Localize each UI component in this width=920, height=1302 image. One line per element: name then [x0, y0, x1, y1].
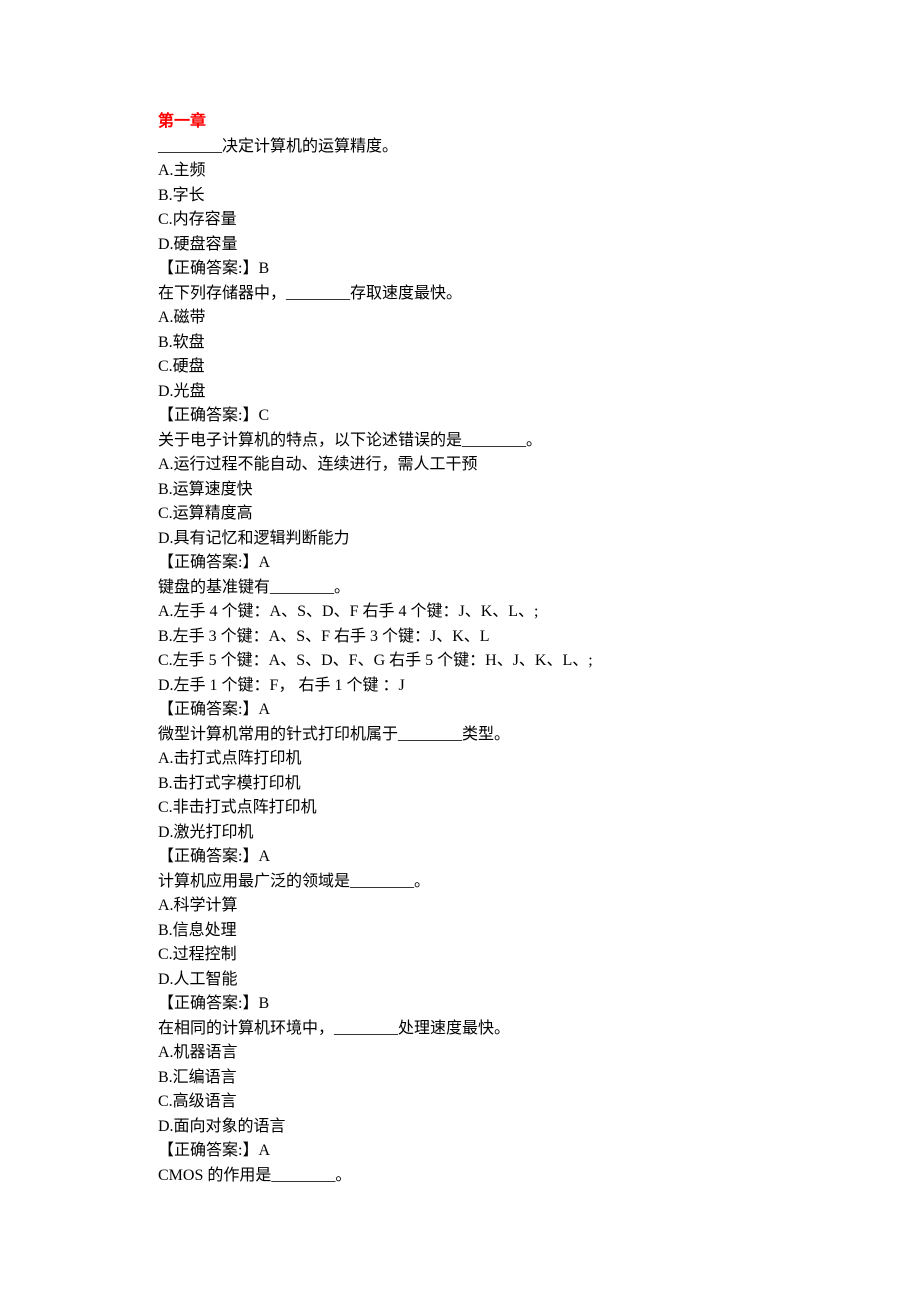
answer-label: 【正确答案:】: [158, 701, 258, 718]
question-stem: 微型计算机常用的针式打印机属于________类型。: [158, 723, 762, 748]
question-stem: 在下列存储器中，________存取速度最快。: [158, 282, 762, 307]
question-option: A.运行过程不能自动、连续进行，需人工干预: [158, 453, 762, 478]
question-option: C.运算精度高: [158, 502, 762, 527]
answer-value: A: [258, 848, 270, 865]
answer-label: 【正确答案:】: [158, 995, 258, 1012]
question-answer: 【正确答案:】A: [158, 845, 762, 870]
answer-label: 【正确答案:】: [158, 848, 258, 865]
answer-value: A: [258, 554, 270, 571]
question-option: C.非击打式点阵打印机: [158, 796, 762, 821]
question-option: C.左手 5 个键：A、S、D、F、G 右手 5 个键：H、J、K、L、;: [158, 649, 762, 674]
question-option: B.字长: [158, 184, 762, 209]
answer-value: A: [258, 701, 270, 718]
answer-value: C: [258, 407, 269, 424]
question-option: D.硬盘容量: [158, 233, 762, 258]
question-option: B.信息处理: [158, 919, 762, 944]
question-stem: 键盘的基准键有________。: [158, 576, 762, 601]
question-option: B.汇编语言: [158, 1066, 762, 1091]
question-option: D.人工智能: [158, 968, 762, 993]
question-option: D.激光打印机: [158, 821, 762, 846]
question-option: D.面向对象的语言: [158, 1115, 762, 1140]
question-answer: 【正确答案:】A: [158, 551, 762, 576]
question-answer: 【正确答案:】A: [158, 698, 762, 723]
question-stem: 计算机应用最广泛的领域是________。: [158, 870, 762, 895]
question-block: ________决定计算机的运算精度。 A.主频 B.字长 C.内存容量 D.硬…: [158, 135, 762, 282]
question-block: 在下列存储器中，________存取速度最快。 A.磁带 B.软盘 C.硬盘 D…: [158, 282, 762, 429]
question-option: A.主频: [158, 159, 762, 184]
question-option: A.科学计算: [158, 894, 762, 919]
chapter-title: 第一章: [158, 110, 762, 135]
question-block: 微型计算机常用的针式打印机属于________类型。 A.击打式点阵打印机 B.…: [158, 723, 762, 870]
answer-label: 【正确答案:】: [158, 554, 258, 571]
answer-value: A: [258, 1142, 270, 1159]
question-stem: CMOS 的作用是________。: [158, 1164, 762, 1189]
question-option: A.左手 4 个键：A、S、D、F 右手 4 个键：J、K、L、;: [158, 600, 762, 625]
question-block: 在相同的计算机环境中，________处理速度最快。 A.机器语言 B.汇编语言…: [158, 1017, 762, 1164]
question-option: C.内存容量: [158, 208, 762, 233]
question-option: A.机器语言: [158, 1041, 762, 1066]
question-block: 计算机应用最广泛的领域是________。 A.科学计算 B.信息处理 C.过程…: [158, 870, 762, 1017]
question-answer: 【正确答案:】A: [158, 1139, 762, 1164]
question-block: 关于电子计算机的特点，以下论述错误的是________。 A.运行过程不能自动、…: [158, 429, 762, 576]
question-option: D.左手 1 个键：F， 右手 1 个键 ：J: [158, 674, 762, 699]
question-answer: 【正确答案:】C: [158, 404, 762, 429]
question-option: B.软盘: [158, 331, 762, 356]
question-option: A.击打式点阵打印机: [158, 747, 762, 772]
question-option: B.运算速度快: [158, 478, 762, 503]
question-answer: 【正确答案:】B: [158, 992, 762, 1017]
question-answer: 【正确答案:】B: [158, 257, 762, 282]
question-option: A.磁带: [158, 306, 762, 331]
question-stem: 在相同的计算机环境中，________处理速度最快。: [158, 1017, 762, 1042]
question-option: B.左手 3 个键：A、S、F 右手 3 个键：J、K、L: [158, 625, 762, 650]
question-option: D.具有记忆和逻辑判断能力: [158, 527, 762, 552]
document-page: 第一章 ________决定计算机的运算精度。 A.主频 B.字长 C.内存容量…: [0, 0, 920, 1248]
answer-value: B: [258, 260, 269, 277]
question-option: D.光盘: [158, 380, 762, 405]
question-stem: ________决定计算机的运算精度。: [158, 135, 762, 160]
question-option: C.硬盘: [158, 355, 762, 380]
answer-label: 【正确答案:】: [158, 407, 258, 424]
answer-label: 【正确答案:】: [158, 1142, 258, 1159]
question-option: B.击打式字模打印机: [158, 772, 762, 797]
question-block: CMOS 的作用是________。: [158, 1164, 762, 1189]
question-option: C.高级语言: [158, 1090, 762, 1115]
question-option: C.过程控制: [158, 943, 762, 968]
question-stem: 关于电子计算机的特点，以下论述错误的是________。: [158, 429, 762, 454]
answer-value: B: [258, 995, 269, 1012]
answer-label: 【正确答案:】: [158, 260, 258, 277]
question-block: 键盘的基准键有________。 A.左手 4 个键：A、S、D、F 右手 4 …: [158, 576, 762, 723]
